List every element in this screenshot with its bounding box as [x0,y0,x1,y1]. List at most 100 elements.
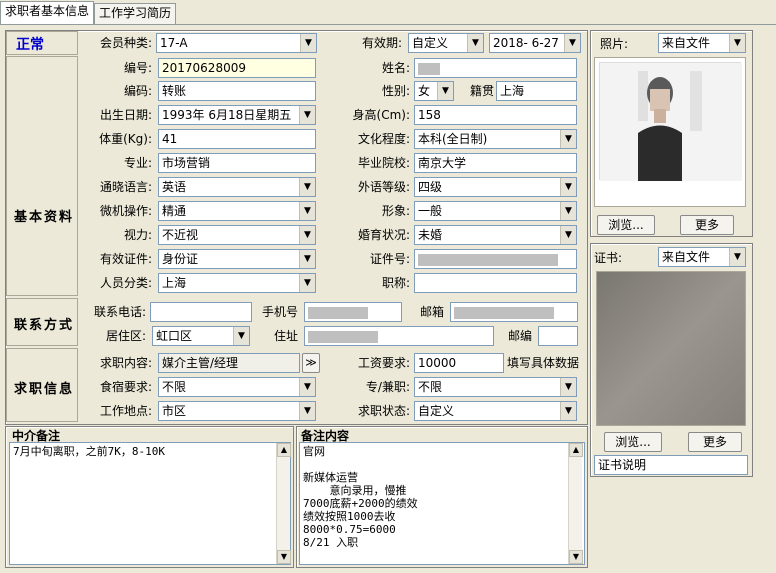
email-label: 邮箱 [419,305,444,319]
weight-field[interactable]: 41 [158,129,316,149]
parttime-label: 专/兼职: [365,380,410,394]
tab-resume[interactable]: 工作学习简历 [94,3,177,24]
computer-select[interactable]: 精通 ▼ [158,201,316,221]
job-section-title: 求职信息 [14,382,75,397]
agent-memo-textarea[interactable]: 7月中旬离职，之前7K，8-10K [9,442,291,565]
school-label: 毕业院校: [357,156,410,170]
address-label: 住址 [273,329,298,343]
number-field[interactable]: 20170628009 [158,58,316,78]
language-select[interactable]: 英语 ▼ [158,177,316,197]
education-select[interactable]: 本科(全日制) ▼ [414,129,577,149]
weight-label: 体重(Kg): [99,132,152,146]
photo-image [599,62,742,181]
photo-source-select[interactable]: 来自文件 ▼ [658,33,746,53]
gender-select[interactable]: 女 ▼ [414,81,454,101]
chevron-down-icon: ▼ [299,250,315,268]
vision-label: 视力: [123,228,152,242]
job-content-field[interactable]: 媒介主管/经理 [158,353,300,373]
id-type-select[interactable]: 身份证 ▼ [158,249,316,269]
school-field[interactable]: 南京大学 [414,153,577,173]
job-status-label: 求职状态: [357,404,410,418]
scroll-down-icon[interactable]: ▼ [569,550,583,564]
cert-source-select[interactable]: 来自文件 ▼ [658,247,746,267]
job-content-more-button[interactable]: ≫ [302,353,320,373]
certificate-image-icon [597,272,745,425]
birth-date-picker[interactable]: 1993年 6月18日星期五 ▼ [158,105,316,125]
height-field[interactable]: 158 [414,105,577,125]
photo-label: 照片: [600,37,629,51]
validity-type-select[interactable]: 自定义 ▼ [408,33,484,53]
photo-frame [594,57,746,207]
chevron-down-icon: ▼ [467,34,483,52]
marital-select[interactable]: 未婚 ▼ [414,225,577,245]
location-select[interactable]: 市区 ▼ [158,401,316,421]
id-type-label: 有效证件: [99,252,152,266]
chevron-down-icon: ▼ [233,327,249,345]
title-field[interactable] [414,273,577,293]
salary-label: 工资要求: [357,356,410,370]
id-number-label: 证件号: [369,252,410,266]
image-select[interactable]: 一般 ▼ [414,201,577,221]
chevron-down-icon: ▼ [560,378,576,396]
status-label: 正常 [16,37,44,53]
vision-select[interactable]: 不近视 ▼ [158,225,316,245]
height-label: 身高(Cm): [352,108,410,122]
chevron-down-icon: ▼ [560,226,576,244]
board-select[interactable]: 不限 ▼ [158,377,316,397]
contact-section-title: 联系方式 [14,318,75,333]
salary-field[interactable]: 10000 [414,353,504,373]
cert-image [596,271,746,426]
photo-browse-button[interactable]: 浏览... [597,215,655,235]
salary-hint: 填写具体数据 [507,356,580,370]
number-label: 编号: [123,61,152,75]
major-field[interactable]: 市场营销 [158,153,316,173]
id-number-field[interactable] [414,249,577,269]
notes-memo-scrollbar[interactable]: ▲ ▼ [568,443,583,564]
major-label: 专业: [123,156,152,170]
title-label: 职称: [381,276,410,290]
district-select[interactable]: 虹口区 ▼ [152,326,250,346]
mobile-label: 手机号 [261,305,298,319]
postcode-field[interactable] [538,326,578,346]
location-label: 工作地点: [99,404,152,418]
chevron-down-icon: ▼ [564,34,580,52]
foreign-level-select[interactable]: 四级 ▼ [414,177,577,197]
native-field[interactable]: 上海 [496,81,577,101]
agent-memo-scrollbar[interactable]: ▲ ▼ [276,443,291,564]
notes-memo-textarea[interactable]: 官网 新媒体运营 意向录用，慢推 7000底薪+2000的绩效 绩效按照1000… [299,442,585,565]
cert-more-button[interactable]: 更多 [688,432,742,452]
chevron-down-icon: ▼ [560,130,576,148]
chevron-down-icon: ▼ [299,178,315,196]
basic-section-cell [6,56,78,296]
tab-basic-info[interactable]: 求职者基本信息 [0,1,95,25]
cert-label: 证书: [594,251,623,265]
mobile-field[interactable] [304,302,402,322]
cert-description-field[interactable]: 证书说明 [594,455,748,475]
scroll-up-icon[interactable]: ▲ [277,443,291,457]
tab-divider [0,24,776,25]
validity-label: 有效期: [361,36,402,50]
native-label: 籍贯 [469,84,494,98]
phone-field[interactable] [150,302,252,322]
job-status-select[interactable]: 自定义 ▼ [414,401,577,421]
chevron-down-icon: ▼ [560,178,576,196]
scroll-down-icon[interactable]: ▼ [277,550,291,564]
validity-date-picker[interactable]: 2018- 6-27 ▼ [489,33,581,53]
photo-more-button[interactable]: 更多 [680,215,734,235]
cert-browse-button[interactable]: 浏览... [604,432,662,452]
code-field[interactable]: 转账 [158,81,316,101]
address-field[interactable] [304,326,494,346]
parttime-select[interactable]: 不限 ▼ [414,377,577,397]
category-label: 人员分类: [99,276,152,290]
scroll-up-icon[interactable]: ▲ [569,443,583,457]
membership-select[interactable]: 17-A ▼ [156,33,317,53]
board-label: 食宿要求: [99,380,152,394]
name-field[interactable] [414,58,577,78]
category-select[interactable]: 上海 ▼ [158,273,316,293]
name-label: 姓名: [381,61,410,75]
email-field[interactable] [450,302,578,322]
marital-label: 婚育状况: [357,228,410,242]
language-label: 通晓语言: [99,180,152,194]
chevron-down-icon: ▼ [437,82,453,100]
birth-label: 出生日期: [99,108,152,122]
